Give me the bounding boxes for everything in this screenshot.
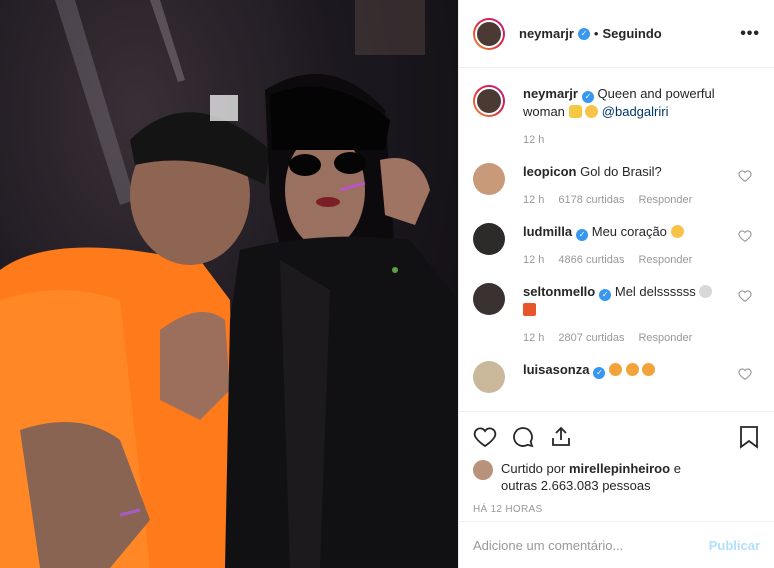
comment-bubble-icon[interactable] [511, 425, 535, 449]
caption: neymarjr ✓ Queen and powerful woman @badg… [473, 85, 760, 149]
commenter-avatar[interactable] [473, 223, 505, 255]
reply-button[interactable]: Responder [638, 329, 692, 347]
add-comment-bar: Adicione um comentário... Publicar [459, 521, 774, 568]
heart-eyes-emoji-icon [609, 363, 623, 376]
caption-username[interactable]: neymarjr [523, 86, 578, 101]
separator-dot: • [593, 26, 599, 41]
photo-illustration [0, 0, 458, 568]
post-header: neymarjr ✓ • Seguindo ••• [459, 0, 774, 68]
comment-item: ludmilla ✓ Meu coração 12 h 4866 curtidas… [473, 223, 760, 269]
heart-icon[interactable] [738, 229, 752, 243]
comment-item: leopicon Gol do Brasil? 12 h 6178 curtid… [473, 163, 760, 209]
comment-text: Mel delssssss [614, 284, 696, 299]
comment-username[interactable]: leopicon [523, 164, 576, 179]
comment-likes[interactable]: 6178 curtidas [558, 191, 624, 209]
heart-icon[interactable] [738, 367, 752, 381]
post-actions: Curtido por mirellepinheiroo e outras 2.… [459, 411, 774, 515]
reply-button[interactable]: Responder [638, 251, 692, 269]
comment-time: 12 h [523, 332, 545, 344]
comments-list[interactable]: neymarjr ✓ Queen and powerful woman @badg… [459, 69, 774, 411]
face-emoji-icon [585, 105, 599, 118]
liked-by-and: e [673, 461, 681, 476]
share-icon[interactable] [549, 425, 573, 449]
comment-likes[interactable]: 4866 curtidas [558, 251, 624, 269]
verified-icon: ✓ [577, 27, 590, 40]
comment-input[interactable]: Adicione um comentário... [473, 538, 623, 553]
caption-time: 12 h [523, 134, 545, 146]
heart-icon[interactable] [738, 289, 752, 303]
comment-item: luisasonza ✓ [473, 361, 760, 393]
author-username[interactable]: neymarjr [519, 26, 574, 41]
verified-icon: ✓ [593, 367, 606, 379]
bookmark-icon[interactable] [738, 425, 760, 449]
likes-summary: Curtido por mirellepinheiroo e outras 2.… [473, 460, 760, 494]
comment-time: 12 h [523, 254, 545, 266]
commenter-avatar[interactable] [473, 361, 505, 393]
commenter-avatar[interactable] [473, 283, 505, 315]
heart-eyes-emoji-icon [625, 363, 639, 376]
crown-emoji-icon [568, 105, 582, 118]
like-heart-icon[interactable] [473, 425, 497, 449]
liked-by-others[interactable]: outras 2.663.083 pessoas [501, 478, 651, 493]
liked-by-prefix: Curtido por [501, 461, 566, 476]
comment-text: Meu coração [591, 224, 667, 239]
reply-button[interactable]: Responder [638, 191, 692, 209]
comment-time: 12 h [523, 194, 545, 206]
heart-icon[interactable] [738, 169, 752, 183]
thought-emoji-icon [699, 285, 713, 298]
liker-avatar[interactable] [473, 460, 493, 480]
collision-emoji-icon [523, 303, 536, 316]
post-timestamp: HÁ 12 HORAS [473, 504, 543, 515]
comment-username[interactable]: seltonmello [523, 284, 595, 299]
author-avatar[interactable] [473, 17, 505, 50]
more-options-icon[interactable]: ••• [740, 25, 760, 43]
caption-avatar[interactable] [473, 85, 505, 117]
verified-icon: ✓ [576, 229, 589, 241]
verified-icon: ✓ [581, 91, 594, 103]
comment-username[interactable]: ludmilla [523, 224, 572, 239]
following-button[interactable]: Seguindo [602, 26, 661, 41]
astonished-emoji-icon [670, 225, 684, 238]
publish-button[interactable]: Publicar [709, 538, 760, 553]
verified-icon: ✓ [599, 289, 612, 301]
heart-eyes-emoji-icon [642, 363, 656, 376]
comment-likes[interactable]: 2807 curtidas [558, 329, 624, 347]
comment-item: seltonmello ✓ Mel delssssss 12 h 2807 cur… [473, 283, 760, 347]
post-photo[interactable] [0, 0, 458, 568]
post-side-panel: neymarjr ✓ • Seguindo ••• neymarjr ✓ Quee… [458, 0, 774, 568]
comment-username[interactable]: luisasonza [523, 362, 589, 377]
comment-text: Gol do Brasil? [580, 164, 662, 179]
liker-username[interactable]: mirellepinheiroo [569, 461, 670, 476]
commenter-avatar[interactable] [473, 163, 505, 195]
caption-mention-link[interactable]: @badgalriri [602, 104, 669, 119]
